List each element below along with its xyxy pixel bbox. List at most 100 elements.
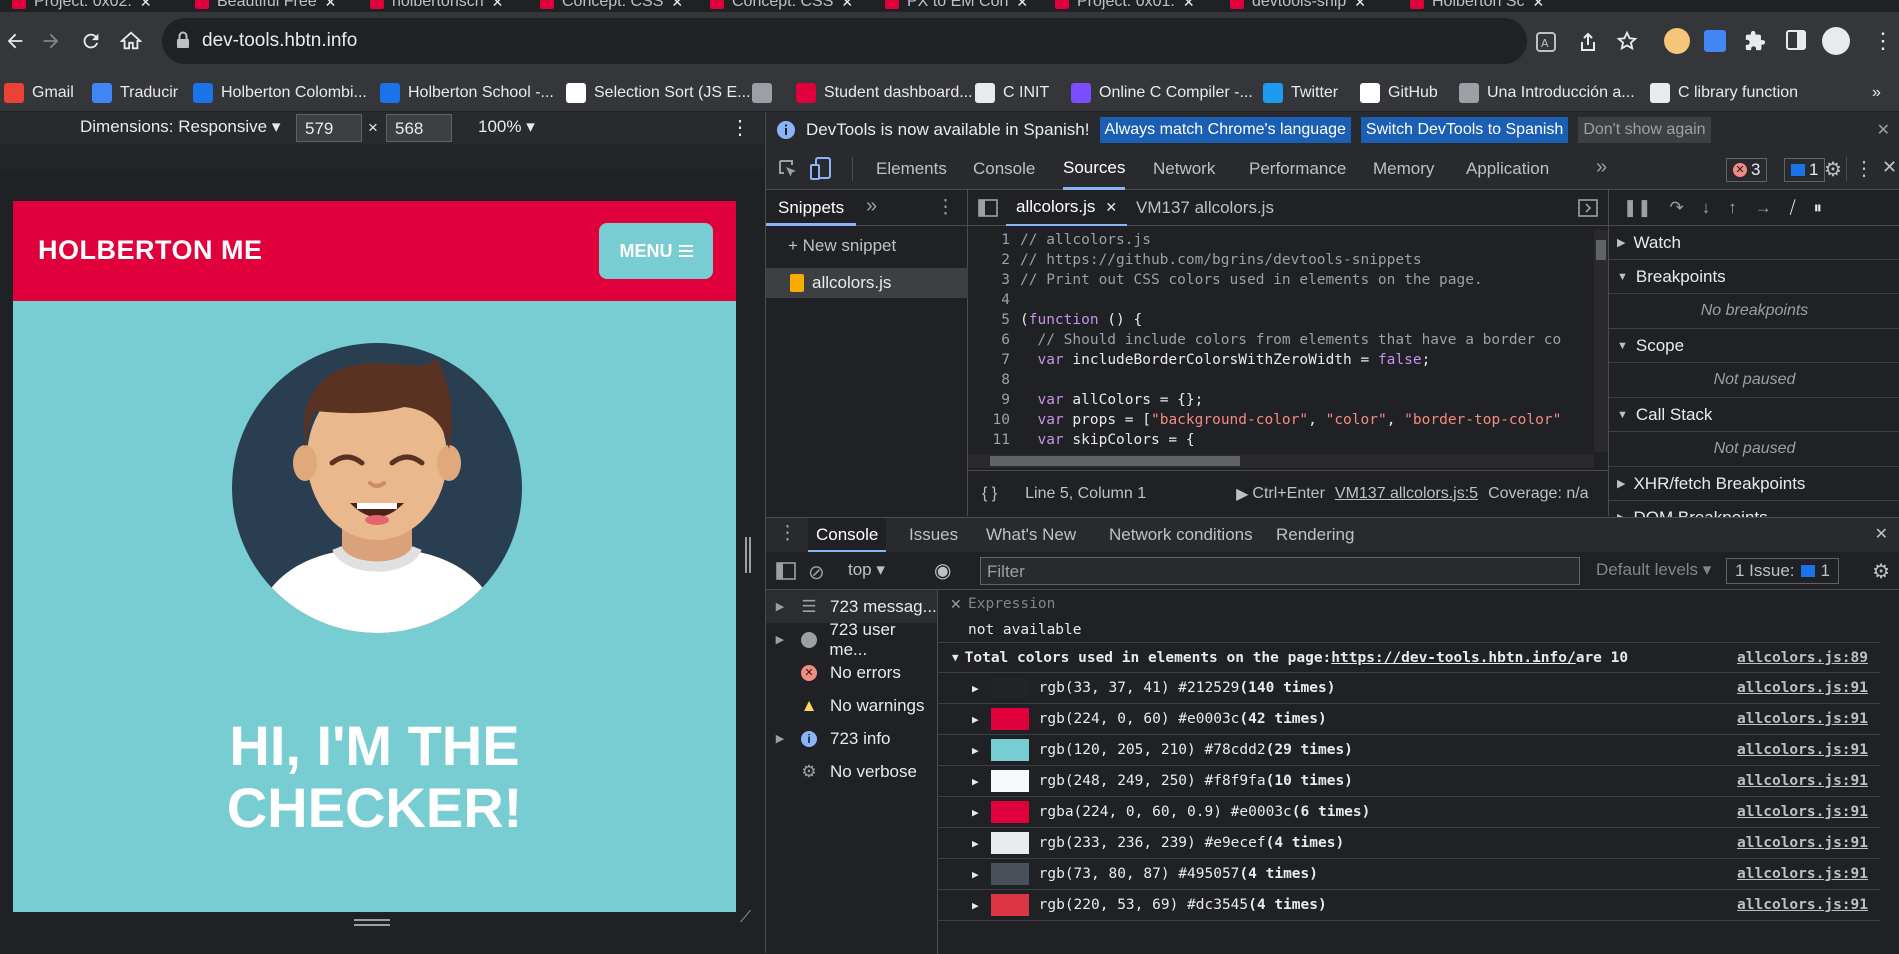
pause-exceptions-icon[interactable]: ⏸ <box>1814 198 1823 218</box>
bookmark-item[interactable]: Gmail <box>4 74 74 112</box>
bookmark-item[interactable] <box>752 74 780 112</box>
browser-tab[interactable]: Project: 0x01. ✕ <box>1055 0 1220 12</box>
drawer-tab-what-s-new[interactable]: What's New <box>978 518 1084 552</box>
pause-icon[interactable]: ❚❚ <box>1623 198 1652 218</box>
browser-tab[interactable]: Holberton Sc ✕ <box>1410 0 1575 12</box>
device-options-icon[interactable]: ⋮ <box>730 115 750 140</box>
extension-translate-icon[interactable] <box>1704 30 1726 52</box>
console-sidebar-item[interactable]: ▶ 723 user me... <box>766 620 937 659</box>
panel-tab-memory[interactable]: Memory <box>1373 148 1434 190</box>
panel-tab-network[interactable]: Network <box>1153 148 1215 190</box>
translate-icon[interactable]: A <box>1536 32 1556 52</box>
color-row[interactable]: ▶ rgb(33, 37, 41) #212529 (140 times) allc… <box>938 673 1880 704</box>
width-input[interactable]: 579 <box>296 114 362 142</box>
menu-button[interactable]: MENU <box>599 223 713 279</box>
more-tabs-icon[interactable]: » <box>1596 156 1607 179</box>
run-icon[interactable]: ▶ <box>1236 484 1248 504</box>
bookmark-star-icon[interactable] <box>1616 30 1638 52</box>
new-snippet-button[interactable]: + New snippet <box>788 236 896 256</box>
editor-tab[interactable]: VM137 allcolors.js <box>1136 198 1274 218</box>
issues-button[interactable]: 1 Issue: 1 <box>1726 558 1840 584</box>
switch-spanish-button[interactable]: Switch DevTools to Spanish <box>1360 117 1569 143</box>
drawer-tab-issues[interactable]: Issues <box>901 518 966 552</box>
context-selector[interactable]: top ▾ <box>848 560 885 580</box>
tab-close-icon[interactable]: ✕ <box>1533 0 1545 11</box>
panel-tab-elements[interactable]: Elements <box>876 148 947 190</box>
tab-close-icon[interactable]: ✕ <box>841 0 853 11</box>
drawer-tab-rendering[interactable]: Rendering <box>1268 518 1362 552</box>
message-badge[interactable]: 1 <box>1784 158 1826 182</box>
devtools-menu-icon[interactable]: ⋮ <box>1854 156 1874 181</box>
console-sidebar-item[interactable]: ✕ No errors <box>766 656 937 689</box>
browser-tab[interactable]: Project: 0x02. ✕ <box>12 0 177 12</box>
pretty-print-icon[interactable]: { } <box>982 485 997 503</box>
tab-close-icon[interactable]: ✕ <box>671 0 683 11</box>
snippet-item[interactable]: allcolors.js <box>766 268 968 298</box>
device-toggle-icon[interactable] <box>810 157 832 181</box>
horizontal-scrollbar[interactable] <box>968 454 1594 468</box>
height-input[interactable]: 568 <box>386 114 452 142</box>
navigator-menu-icon[interactable]: ⋮ <box>936 196 955 219</box>
remove-expression-icon[interactable]: ✕ <box>950 596 962 613</box>
debugger-section-header[interactable]: ▼ Scope <box>1609 329 1899 363</box>
deactivate-breakpoints-icon[interactable]: ⧸ <box>1790 198 1796 218</box>
inspect-element-icon[interactable] <box>778 159 798 179</box>
live-expression-eye-icon[interactable]: ◉ <box>934 558 951 583</box>
close-tab-icon[interactable]: ✕ <box>1105 199 1117 216</box>
drawer-tab-console[interactable]: Console <box>808 518 887 552</box>
bookmark-item[interactable]: Traducir <box>92 74 178 112</box>
log-levels-dropdown[interactable]: Default levels ▾ <box>1596 560 1711 580</box>
row-source-link[interactable]: allcolors.js:91 <box>1737 897 1868 913</box>
bookmark-item[interactable]: Una Introducción a... <box>1459 74 1635 112</box>
reload-icon[interactable] <box>80 30 102 52</box>
debugger-section-header[interactable]: ▶ Watch <box>1609 226 1899 260</box>
console-sidebar-item[interactable]: ⚙ No verbose <box>766 755 937 788</box>
more-navigator-tabs-icon[interactable]: » <box>866 195 877 218</box>
step-into-icon[interactable]: ↓ <box>1702 198 1711 218</box>
color-row[interactable]: ▶ rgb(73, 80, 87) #495057 (4 times) allcol… <box>938 859 1880 890</box>
browser-tab[interactable]: PX to EM Con ✕ <box>885 0 1050 12</box>
drawer-tab-network-conditions[interactable]: Network conditions <box>1101 518 1261 552</box>
bookmark-item[interactable]: Holberton Colombi... <box>193 74 367 112</box>
dimensions-dropdown[interactable]: Dimensions: Responsive ▾ <box>80 117 280 137</box>
tab-close-icon[interactable]: ✕ <box>1354 0 1366 11</box>
tab-close-icon[interactable]: ✕ <box>1016 0 1028 11</box>
bookmark-item[interactable]: Twitter <box>1263 74 1338 112</box>
panel-tab-console[interactable]: Console <box>973 148 1035 190</box>
tab-close-icon[interactable]: ✕ <box>492 0 504 11</box>
chrome-menu-icon[interactable]: ⋮ <box>1872 28 1894 54</box>
browser-tab[interactable]: holbertonsch ✕ <box>370 0 535 12</box>
color-row[interactable]: ▶ rgb(220, 53, 69) #dc3545 (4 times) allco… <box>938 890 1880 921</box>
settings-gear-icon[interactable]: ⚙ <box>1824 157 1842 182</box>
row-source-link[interactable]: allcolors.js:91 <box>1737 835 1868 851</box>
source-link[interactable]: VM137 allcolors.js:5 <box>1335 485 1478 503</box>
row-source-link[interactable]: allcolors.js:91 <box>1737 711 1868 727</box>
color-row[interactable]: ▶ rgb(224, 0, 60) #e0003c (42 times) allco… <box>938 704 1880 735</box>
bookmark-item[interactable]: Student dashboard... <box>796 74 973 112</box>
bookmark-item[interactable]: GitHub <box>1360 74 1438 112</box>
snippets-tab[interactable]: Snippets <box>766 190 857 226</box>
zoom-dropdown[interactable]: 100% ▾ <box>478 117 535 137</box>
panel-tab-sources[interactable]: Sources <box>1063 148 1126 190</box>
vertical-scrollbar[interactable] <box>1594 230 1608 452</box>
resize-corner-icon[interactable]: ⟋ <box>740 909 751 927</box>
console-sidebar-item[interactable]: ▶ i 723 info <box>766 722 937 755</box>
tab-close-icon[interactable]: ✕ <box>140 0 152 11</box>
row-source-link[interactable]: allcolors.js:91 <box>1737 773 1868 789</box>
browser-tab[interactable]: devtools-snip ✕ <box>1230 0 1395 12</box>
row-source-link[interactable]: allcolors.js:91 <box>1737 866 1868 882</box>
debugger-section-header[interactable]: ▶ XHR/fetch Breakpoints <box>1609 467 1899 501</box>
extensions-puzzle-icon[interactable] <box>1744 30 1766 52</box>
editor-tab-active[interactable]: allcolors.js ✕ <box>1006 190 1128 226</box>
match-language-button[interactable]: Always match Chrome's language <box>1099 117 1351 143</box>
bookmark-item[interactable]: C library function <box>1650 74 1798 112</box>
toggle-debugger-icon[interactable] <box>1578 198 1598 218</box>
row-source-link[interactable]: allcolors.js:91 <box>1737 742 1868 758</box>
browser-tab[interactable]: Concept: CSS ✕ <box>710 0 875 12</box>
console-settings-icon[interactable]: ⚙ <box>1872 559 1890 584</box>
row-source-link[interactable]: allcolors.js:91 <box>1737 804 1868 820</box>
bookmark-item[interactable]: Holberton School -... <box>380 74 554 112</box>
group-source-link[interactable]: allcolors.js:89 <box>1737 650 1868 666</box>
share-icon[interactable] <box>1578 32 1598 52</box>
code-lines[interactable]: 1// allcolors.js 2// https://github.com/b… <box>968 230 1590 452</box>
